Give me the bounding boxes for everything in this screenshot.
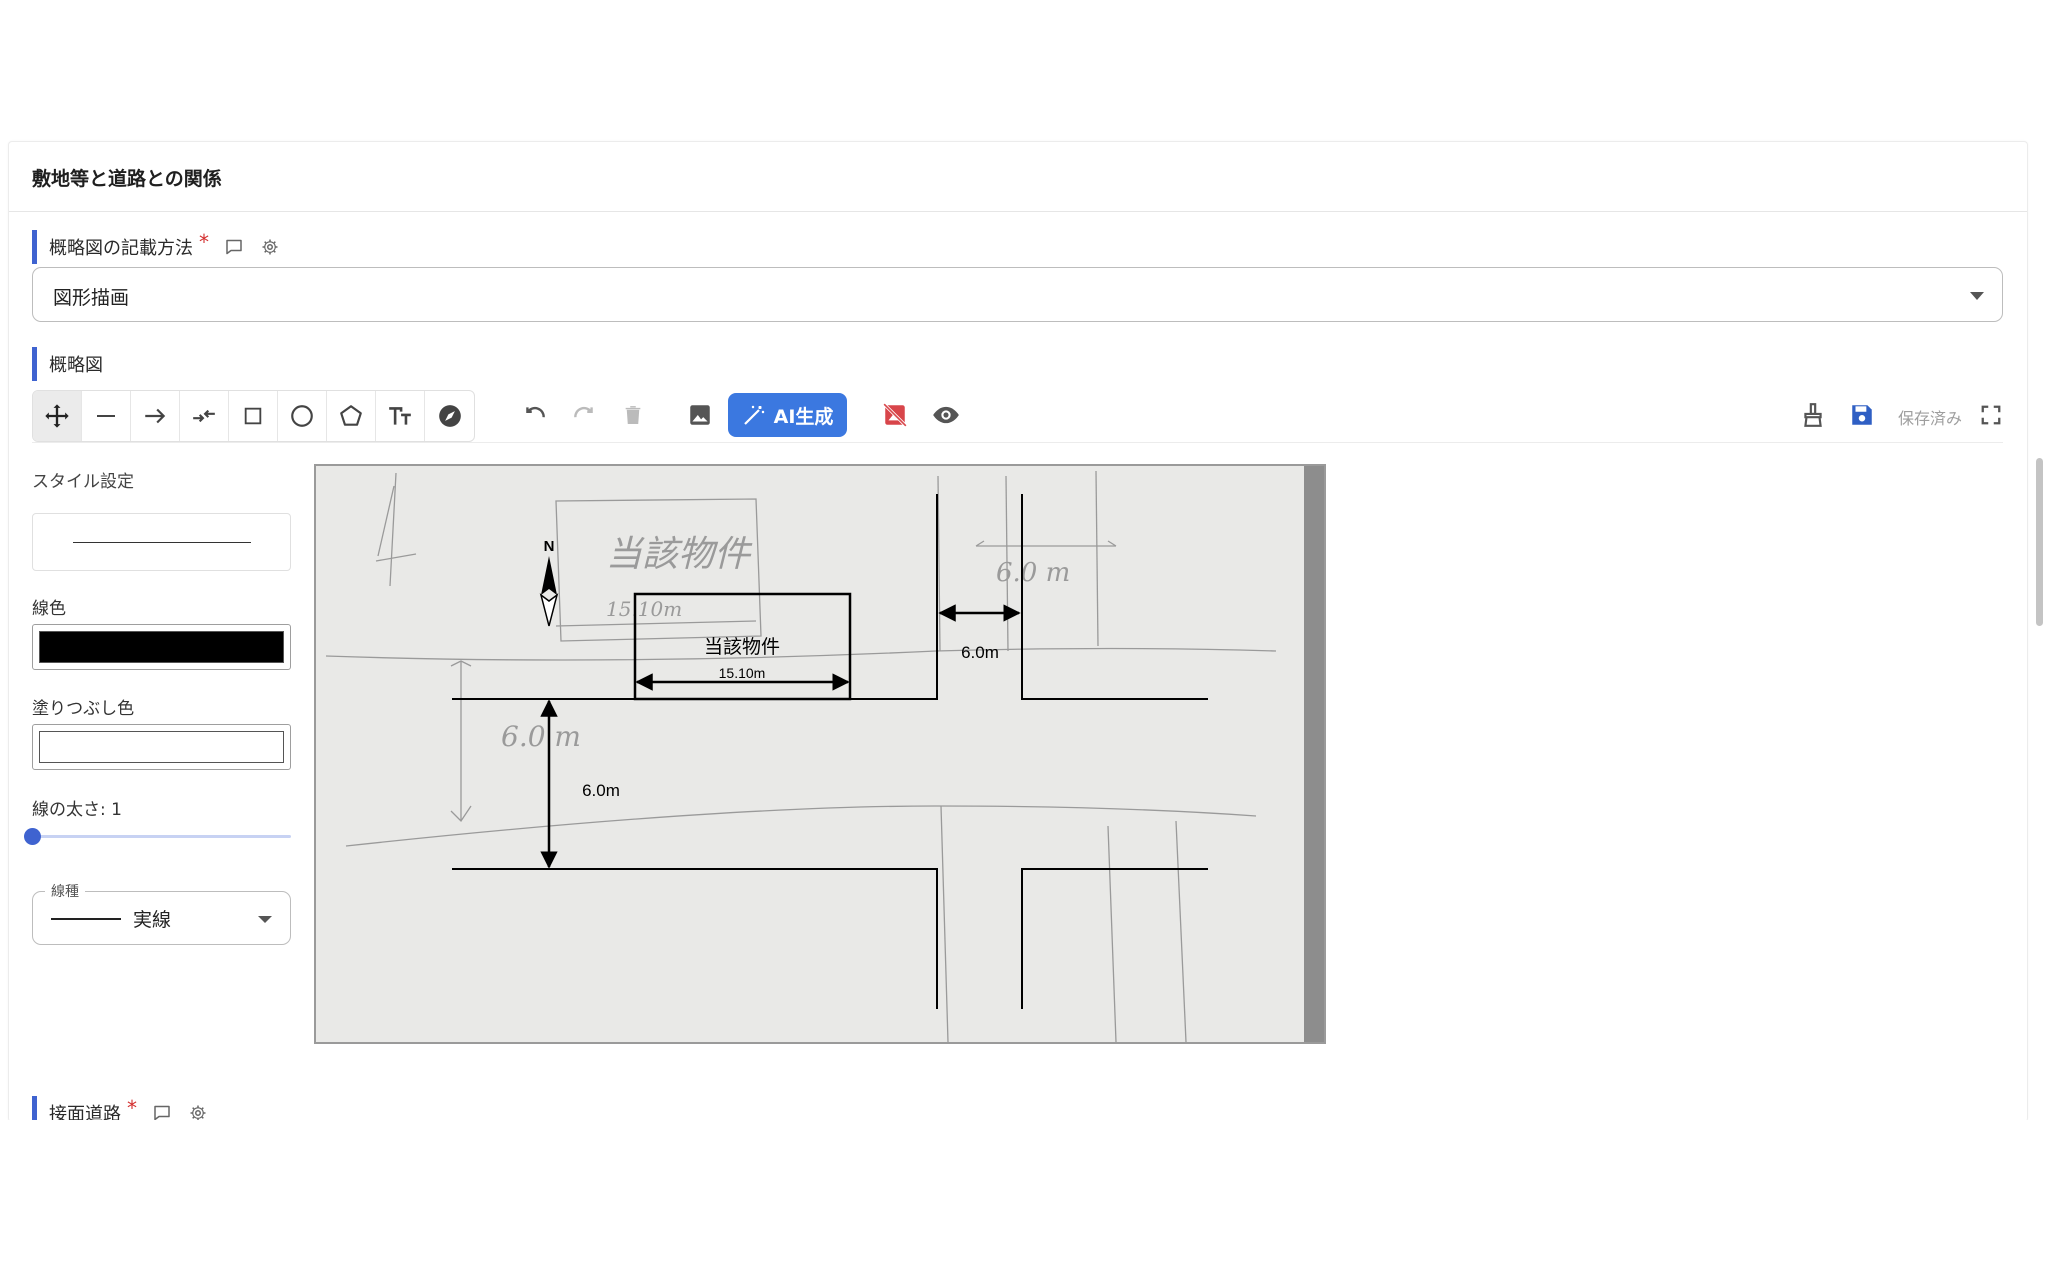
text-tool[interactable] [376, 391, 425, 441]
compass-tool[interactable] [425, 391, 474, 441]
undo-button[interactable] [510, 390, 559, 440]
section-header: 敷地等と道路との関係 [9, 142, 2027, 212]
ai-generate-label: AI生成 [773, 405, 834, 428]
save-icon [1851, 405, 1872, 425]
line-style-preview [32, 513, 291, 571]
sketch-svg: 当該物件 15.10m 6.0 m 6.0 m N 当該物件 15.10m 6.… [316, 466, 1324, 1042]
arrow-tool[interactable] [131, 391, 180, 441]
line-preview-stroke [73, 542, 251, 543]
line-color-swatch [39, 631, 284, 663]
fill-color-picker[interactable] [32, 724, 291, 770]
line-color-label: 線色 [32, 599, 66, 619]
method-label-text: 概略図の記載方法 [49, 238, 193, 259]
ai-generate-button[interactable]: AI生成 [728, 393, 847, 437]
line-tool[interactable] [82, 391, 131, 441]
required-mark: * [199, 230, 209, 254]
line-width-slider[interactable] [24, 827, 291, 845]
method-select-value: 図形描画 [53, 287, 130, 309]
side-road-width-label: 6.0m [961, 643, 999, 662]
rectangle-tool[interactable] [229, 391, 278, 441]
photo-edge [1304, 466, 1324, 1042]
line-type-select[interactable]: 線種 実線 [32, 881, 291, 945]
polygon-tool[interactable] [327, 391, 376, 441]
redo-icon [573, 406, 593, 418]
style-settings-title: スタイル設定 [32, 472, 134, 492]
eye-icon [932, 406, 959, 424]
dimension-tool[interactable] [180, 391, 229, 441]
gear-icon[interactable] [259, 236, 281, 258]
page-bottom-area [0, 1120, 2050, 1262]
line-type-sample [51, 918, 121, 920]
line-color-picker[interactable] [32, 624, 291, 670]
image-icon [689, 405, 710, 425]
road-label-text: 接面道路 [49, 1104, 121, 1122]
comment-icon[interactable] [223, 236, 245, 258]
chevron-down-icon [1970, 292, 1984, 300]
broom-icon [1803, 403, 1822, 427]
drawing-canvas[interactable]: 当該物件 15.10m 6.0 m 6.0 m N 当該物件 15.10m 6.… [314, 464, 1326, 1044]
section-card: 敷地等と道路との関係 概略図の記載方法 * 図形描画 概略図 AI生成 保存済み… [8, 141, 2028, 1122]
section-title: 敷地等と道路との関係 [32, 168, 222, 190]
delete-button[interactable] [608, 390, 657, 440]
sketch-field-label: 概略図 [32, 347, 103, 381]
slider-track [32, 835, 291, 838]
undo-icon [525, 406, 545, 418]
circle-tool[interactable] [278, 391, 327, 441]
photo-background [316, 466, 1324, 1042]
method-select[interactable]: 図形描画 [32, 267, 2003, 322]
page-scrollbar[interactable] [2036, 458, 2043, 626]
hide-background-button[interactable] [870, 390, 919, 440]
frontage-label: 15.10m [719, 665, 766, 681]
line-icon [97, 415, 115, 417]
sketch-label-text: 概略図 [49, 355, 103, 376]
text-icon [389, 407, 411, 425]
clear-canvas-button[interactable] [1788, 390, 1837, 440]
move-tool[interactable] [33, 391, 82, 441]
image-button[interactable] [675, 390, 724, 440]
line-type-value: 実線 [133, 909, 172, 931]
required-mark: * [127, 1096, 137, 1120]
hw-property-label: 当該物件 [606, 534, 753, 575]
line-type-legend: 線種 [45, 881, 85, 901]
save-status-text: 保存済み [1898, 409, 1963, 428]
trash-icon [625, 406, 640, 424]
north-label: N [544, 538, 555, 555]
hw-main-road-label: 6.0 m [501, 720, 581, 753]
redo-button[interactable] [559, 390, 608, 440]
move-icon [45, 404, 69, 428]
drawing-toolbar: AI生成 保存済み [32, 390, 2003, 443]
rectangle-icon [244, 407, 262, 425]
comment-icon[interactable] [151, 1102, 173, 1122]
fill-color-swatch [39, 731, 284, 763]
gear-icon[interactable] [187, 1102, 209, 1122]
fullscreen-icon [1981, 405, 2000, 425]
dimension-icon [193, 409, 215, 423]
shape-tool-group [32, 390, 475, 442]
hw-side-road-label: 6.0 m [996, 558, 1070, 588]
line-width-label: 線の太さ: 1 [32, 800, 122, 820]
slider-thumb[interactable] [24, 828, 41, 845]
polygon-icon [340, 405, 362, 426]
save-button[interactable] [1837, 390, 1886, 440]
road-field-label: 接面道路 * [32, 1096, 209, 1122]
compass-icon [438, 405, 461, 427]
circle-icon [291, 405, 313, 427]
arrow-icon [145, 408, 166, 424]
method-field-label: 概略図の記載方法 * [32, 230, 281, 264]
fill-color-label: 塗りつぶし色 [32, 699, 135, 719]
hw-frontage-label: 15.10m [606, 597, 682, 621]
magic-wand-icon [743, 405, 764, 425]
property-label: 当該物件 [704, 636, 780, 658]
preview-button[interactable] [921, 390, 970, 440]
image-off-icon [882, 403, 907, 427]
fullscreen-button[interactable] [1966, 390, 2015, 440]
main-road-width-label: 6.0m [582, 781, 620, 800]
chevron-down-icon [258, 916, 272, 923]
